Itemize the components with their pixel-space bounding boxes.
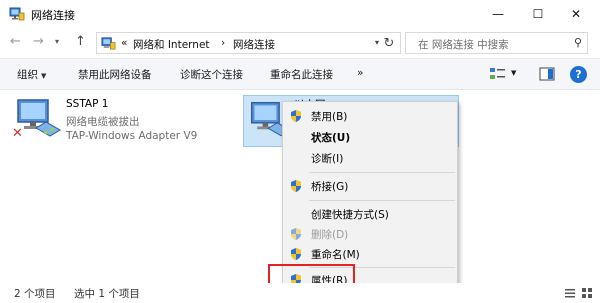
rename-connection-button[interactable]: 重命名此连接 bbox=[270, 67, 333, 82]
maximize-icon: ☐ bbox=[532, 7, 544, 21]
menu-item-disable[interactable]: 禁用(B) bbox=[283, 106, 457, 126]
search-placeholder: 在 网络连接 中搜索 bbox=[418, 39, 509, 51]
command-bar: 组织 ▼ 禁用此网络设备 诊断这个连接 重命名此连接 » ▼ ? bbox=[0, 58, 600, 90]
status-bar: 2 个项目 选中 1 个项目 bbox=[0, 283, 600, 303]
title-bar: 网络连接 — ☐ ✕ bbox=[0, 0, 600, 28]
diagnose-connection-button[interactable]: 诊断这个连接 bbox=[180, 67, 243, 82]
breadcrumb-network-connections[interactable]: 网络连接 bbox=[233, 37, 275, 52]
address-bar[interactable]: « 网络和 Internet › 网络连接 ▾ bbox=[96, 32, 401, 54]
search-icon: ⚲ bbox=[574, 36, 583, 49]
uac-shield-icon bbox=[291, 248, 301, 260]
breadcrumb-network-internet[interactable]: 网络和 Internet bbox=[133, 37, 210, 52]
disconnected-error-icon: ✕ bbox=[12, 126, 23, 141]
menu-item-status[interactable]: 状态(U) bbox=[283, 127, 457, 147]
details-view-icon[interactable] bbox=[564, 287, 576, 299]
chevron-down-icon: ▼ bbox=[41, 72, 47, 80]
menu-item-diagnose[interactable]: 诊断(I) bbox=[283, 148, 457, 168]
uac-shield-icon bbox=[291, 180, 301, 192]
menu-item-delete: 删除(D) bbox=[283, 224, 457, 244]
maximize-button[interactable]: ☐ bbox=[518, 0, 558, 28]
menu-item-label: 桥接(G) bbox=[311, 181, 349, 193]
disable-device-button[interactable]: 禁用此网络设备 bbox=[78, 67, 152, 82]
breadcrumb-overflow[interactable]: « bbox=[121, 37, 127, 49]
menu-item-label: 重命名(M) bbox=[311, 249, 360, 261]
menu-item-label: 删除(D) bbox=[311, 229, 349, 241]
organize-button[interactable]: 组织 ▼ bbox=[17, 67, 46, 82]
connection-item-sstap[interactable]: ✕ SSTAP 1 网络电缆被拔出 TAP-Windows Adapter V9 bbox=[8, 94, 228, 150]
window-title: 网络连接 bbox=[31, 9, 75, 22]
large-icons-view-icon[interactable] bbox=[581, 287, 593, 299]
minimize-button[interactable]: — bbox=[478, 0, 518, 28]
breadcrumb-separator[interactable]: › bbox=[221, 37, 225, 49]
connection-adapter: TAP-Windows Adapter V9 bbox=[66, 130, 198, 142]
help-icon[interactable]: ? bbox=[570, 66, 587, 83]
organize-label: 组织 bbox=[17, 69, 38, 81]
search-input[interactable]: 在 网络连接 中搜索 ⚲ bbox=[405, 32, 588, 54]
more-commands-button[interactable]: » bbox=[357, 67, 363, 79]
menu-item-label: 禁用(B) bbox=[311, 111, 348, 123]
view-options-dropdown[interactable]: ▼ bbox=[511, 69, 516, 77]
connection-name: SSTAP 1 bbox=[66, 98, 109, 110]
uac-shield-icon bbox=[291, 228, 301, 240]
recent-locations-dropdown[interactable]: ▾ bbox=[55, 37, 59, 46]
selected-count: 选中 1 个项目 bbox=[74, 288, 140, 300]
minimize-icon: — bbox=[492, 7, 504, 21]
close-icon: ✕ bbox=[570, 7, 582, 21]
menu-item-rename[interactable]: 重命名(M) bbox=[283, 244, 457, 264]
menu-separator bbox=[309, 200, 455, 201]
menu-item-create-shortcut[interactable]: 创建快捷方式(S) bbox=[283, 204, 457, 224]
close-button[interactable]: ✕ bbox=[556, 0, 596, 28]
item-count: 2 个项目 bbox=[14, 288, 56, 300]
network-connections-icon bbox=[9, 7, 25, 21]
uac-shield-icon bbox=[291, 110, 301, 122]
address-row: ← → ▾ ↑ « 网络和 Internet › 网络连接 ▾ ↻ 在 网络连接… bbox=[0, 28, 600, 58]
menu-item-label: 诊断(I) bbox=[311, 153, 344, 165]
refresh-button[interactable]: ↻ bbox=[378, 32, 400, 54]
network-folder-icon bbox=[101, 37, 116, 50]
preview-pane-icon[interactable] bbox=[539, 67, 555, 81]
menu-item-bridge[interactable]: 桥接(G) bbox=[283, 176, 457, 196]
menu-item-label: 状态(U) bbox=[311, 132, 351, 144]
up-button[interactable]: ↑ bbox=[75, 34, 86, 49]
back-button[interactable]: ← bbox=[10, 34, 21, 49]
menu-separator bbox=[309, 172, 455, 173]
forward-button[interactable]: → bbox=[33, 34, 44, 49]
change-view-icon[interactable] bbox=[489, 67, 507, 81]
menu-item-label: 创建快捷方式(S) bbox=[311, 209, 389, 221]
connection-status: 网络电缆被拔出 bbox=[66, 116, 140, 128]
